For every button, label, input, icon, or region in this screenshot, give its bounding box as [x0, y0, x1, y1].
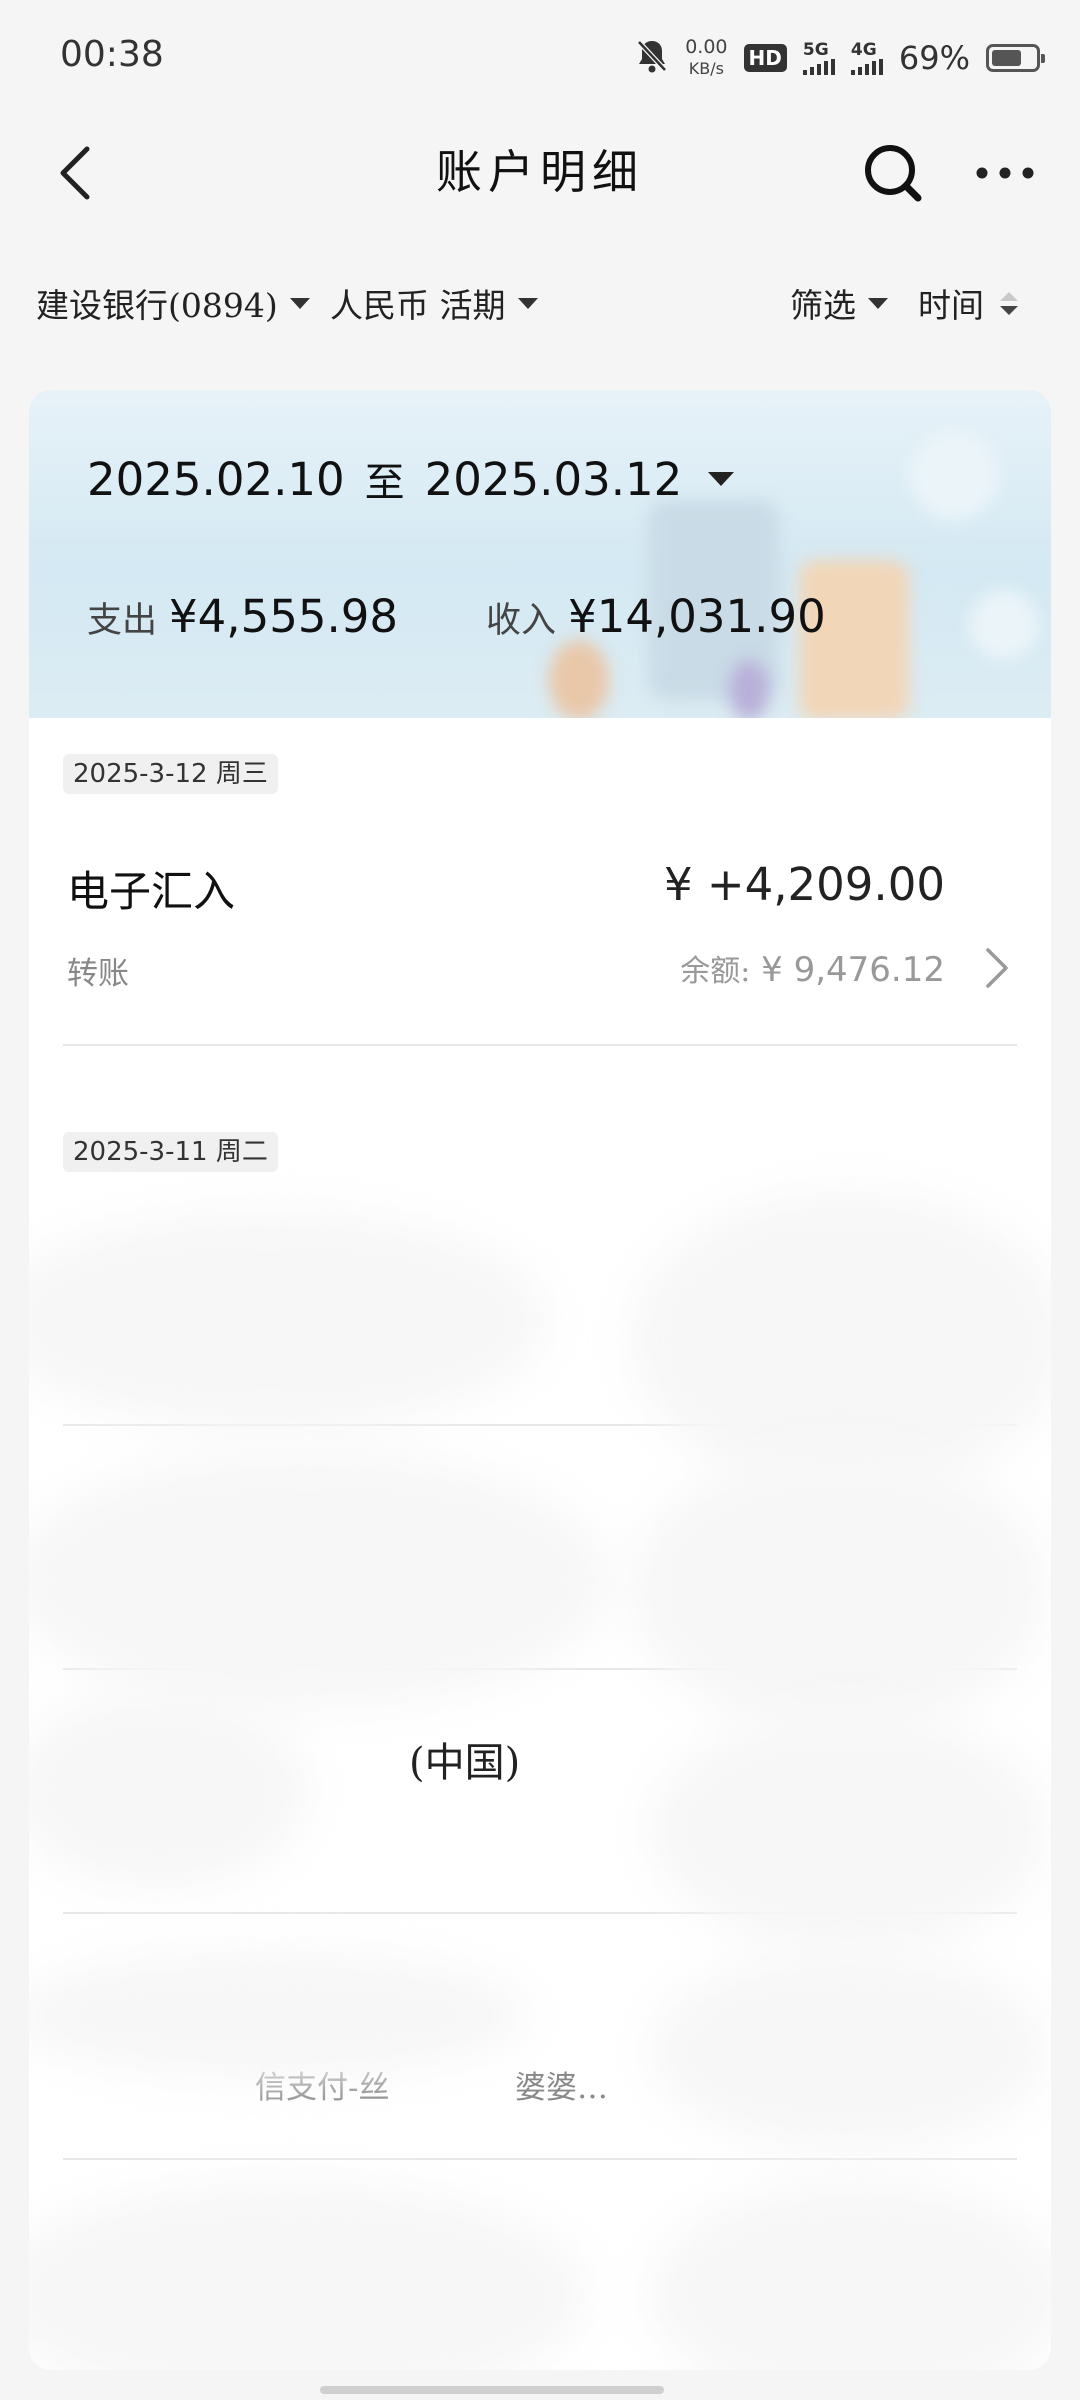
currency-label: 人民币 活期	[330, 286, 506, 325]
blur-mask	[29, 1690, 309, 1890]
blur-mask	[649, 1710, 1049, 1950]
blur-mask	[29, 1450, 609, 1710]
blur-mask	[29, 1950, 529, 2080]
balance-value: ¥ 9,476.12	[761, 950, 945, 990]
blur-mask	[649, 1950, 1049, 2150]
transaction-name: 电子汇入	[67, 867, 236, 916]
home-indicator[interactable]	[320, 2386, 664, 2394]
transactions-card: 2025.02.10 至 2025.03.12 支出 ¥4,555.98 收入 …	[29, 390, 1051, 2370]
obscured-text: 婆婆…	[515, 2070, 608, 2106]
network-speed-unit: KB/s	[688, 59, 724, 78]
income-value: ¥14,031.90	[568, 590, 826, 643]
signal-5g-label: 5G	[802, 40, 829, 60]
summary-banner: 2025.02.10 至 2025.03.12 支出 ¥4,555.98 收入 …	[29, 390, 1051, 718]
nav-bar: 账户明细	[0, 118, 1080, 228]
divider	[63, 2158, 1017, 2160]
date-chip: 2025-3-11 周二	[63, 1132, 278, 1172]
transaction-row[interactable]: 电子汇入 ¥ +4,209.00 转账 余额: ¥ 9,476.12	[29, 858, 1051, 1068]
network-speed-value: 0.00	[685, 36, 728, 58]
blur-mask	[29, 1210, 549, 1430]
more-icon	[976, 167, 1034, 179]
blur-mask	[649, 2180, 1051, 2370]
transaction-type: 转账	[67, 956, 129, 992]
start-date: 2025.02.10	[87, 452, 345, 506]
blur-mask	[629, 1450, 1049, 1730]
summary-totals: 支出 ¥4,555.98 收入 ¥14,031.90	[87, 590, 826, 643]
battery-percent: 69%	[898, 39, 970, 77]
end-date: 2025.03.12	[424, 452, 683, 506]
filter-label: 筛选	[790, 286, 856, 325]
status-time: 00:38	[60, 34, 164, 75]
battery-fill	[992, 50, 1021, 66]
expense-value: ¥4,555.98	[169, 590, 399, 643]
obscured-text: (中国)	[409, 1740, 521, 1786]
transaction-amount: ¥ +4,209.00	[663, 858, 945, 911]
search-icon	[865, 145, 922, 202]
blur-mask	[629, 1190, 1051, 1490]
chevron-right-icon	[977, 944, 1017, 992]
signal-5g-icon: 5G	[802, 40, 835, 75]
income-label: 收入	[486, 601, 557, 641]
sort-icon	[1000, 291, 1018, 315]
status-bar: 00:38 0.00 KB/s HD 5G 4G 69%	[0, 0, 1080, 118]
time-sort-label: 时间	[918, 286, 984, 325]
date-range-selector[interactable]: 2025.02.10 至 2025.03.12	[87, 450, 735, 508]
filter-button[interactable]: 筛选	[790, 270, 888, 336]
time-sort-button[interactable]: 时间	[918, 270, 1018, 336]
account-label: 建设银行(0894)	[36, 286, 278, 325]
network-speed: 0.00 KB/s	[685, 36, 727, 80]
divider	[63, 1044, 1017, 1046]
date-chip: 2025-3-12 周三	[63, 754, 278, 794]
filter-row: 建设银行(0894) 人民币 活期 筛选 时间	[0, 270, 1080, 336]
transaction-balance: 余额: ¥ 9,476.12	[680, 946, 945, 990]
dropdown-arrow-icon	[868, 297, 888, 309]
bell-muted-icon	[635, 38, 669, 78]
dropdown-arrow-icon	[708, 472, 735, 486]
search-button[interactable]	[858, 138, 928, 208]
blur-mask	[29, 2180, 589, 2370]
date-to-label: 至	[364, 460, 405, 506]
more-button[interactable]	[970, 138, 1040, 208]
account-selector[interactable]: 建设银行(0894)	[36, 270, 310, 336]
battery-icon	[986, 44, 1045, 72]
status-icons: 0.00 KB/s HD 5G 4G 69%	[635, 30, 1045, 86]
dropdown-arrow-icon	[289, 297, 310, 309]
dropdown-arrow-icon	[517, 297, 538, 309]
currency-selector[interactable]: 人民币 活期	[330, 270, 538, 336]
signal-4g-icon: 4G	[850, 40, 883, 75]
signal-4g-label: 4G	[850, 40, 877, 60]
hd-badge: HD	[743, 44, 787, 72]
expense-label: 支出	[87, 601, 158, 641]
balance-label: 余额:	[680, 954, 751, 989]
